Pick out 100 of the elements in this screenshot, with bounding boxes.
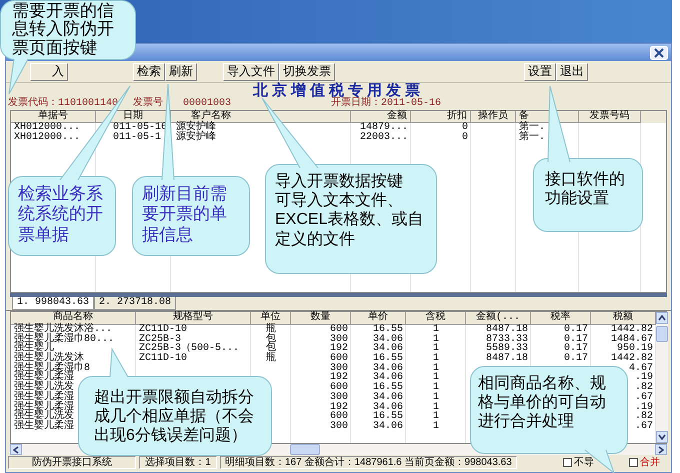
scroll-up-icon[interactable] — [658, 315, 666, 321]
table-cell-text: 300 — [328, 364, 349, 374]
table-cell-text: 22003... — [358, 133, 409, 143]
callout-text: 接口软件的 功能设置 — [545, 170, 625, 208]
table-cell-text: 1 — [432, 383, 440, 393]
table-cell-text: 600 — [328, 383, 349, 393]
toolbar-button[interactable]: 刷新 — [165, 62, 197, 80]
table-cell-text: 16.55 — [372, 412, 404, 422]
table-cell-text: 34.06 — [372, 422, 404, 432]
column-header: 数量 — [291, 312, 351, 325]
scroll-right-icon[interactable] — [658, 446, 664, 454]
table-cell-text: 4.67 — [628, 364, 654, 374]
table-cell-text: 1 — [432, 334, 440, 344]
table-cell-text: 1442.82 — [610, 325, 654, 335]
table-cell-text: 8487.18 — [484, 325, 529, 335]
table-cell-text: 8487.18 — [484, 354, 529, 364]
invoice-number-label: 发票号 — [133, 98, 164, 110]
table-cell-text: 950.19 — [616, 344, 654, 354]
table-cell-text: ZC25B-3 — [138, 334, 182, 344]
table-cell-text: 0.17 — [562, 334, 589, 344]
column-header: 金额 — [351, 111, 411, 123]
table-cell-text: 0.17 — [562, 354, 589, 364]
toolbar-button[interactable]: 检索 — [133, 62, 165, 80]
checkbox-label: 不导 — [574, 456, 594, 469]
column-header: 规格型号 — [136, 312, 251, 325]
table-cell-text: 0 — [460, 123, 469, 133]
table-cell-text: 1484.67 — [610, 334, 654, 344]
table-cell-text: 1 — [432, 354, 440, 364]
table-cell-text: 600 — [328, 412, 349, 422]
table-cell-text: 5589.33 — [484, 344, 529, 354]
table-cell-text: 16.55 — [372, 325, 404, 335]
table-cell-text: 34.06 — [372, 373, 404, 384]
toolbar-button[interactable]: 入 — [30, 62, 68, 80]
table-cell-text: ZC11D-10 — [138, 354, 188, 364]
scroll-down-icon[interactable] — [658, 434, 666, 440]
table-cell-text: 0 — [460, 133, 469, 143]
table-cell-text: 1 — [432, 373, 440, 384]
table-cell-text: .19 — [634, 373, 654, 384]
scrollbar-thumb[interactable] — [656, 326, 668, 342]
table-cell-text: 1442.82 — [610, 354, 654, 364]
scrollbar[interactable] — [656, 312, 668, 443]
table-cell-text: 强生婴儿柔湿 — [13, 422, 75, 432]
column-header: 含税 — [406, 312, 466, 325]
callout-text: 需要开票的信 息转入防伪开 票页面按键 — [12, 2, 114, 58]
table-cell-text: 600 — [328, 325, 349, 335]
table-cell-text: XH012000... — [13, 133, 82, 143]
tab[interactable]: 1. 998043.63 — [12, 297, 94, 310]
column-header: 税率 — [531, 312, 591, 325]
table-cell-text: 34.06 — [372, 402, 404, 412]
table-cell-text: 192 — [328, 373, 349, 384]
table-cell-text: 192 — [328, 344, 349, 354]
table-cell-text: .67 — [634, 392, 654, 403]
table-cell-text: 8733.33 — [484, 334, 529, 344]
table-cell-text: 1 — [432, 364, 440, 374]
callout-text: 检索业务系 统系统的开 票单据 — [18, 184, 103, 246]
table-cell-text: 瓶 — [265, 354, 277, 364]
column-header: 单价 — [351, 312, 406, 325]
callout-text: 导入开票数据按键 可导入文本文件、 EXCEL表格数、或自 定义的文件 — [275, 172, 424, 249]
callout-text: 相同商品名称、规 格与单价的可自动 进行合并处理 — [478, 374, 606, 432]
table-cell-text: 1 — [432, 422, 440, 432]
column-header: 折扣 — [411, 111, 471, 123]
table-cell-text: 1 — [432, 412, 440, 422]
table-cell-text: 300 — [328, 392, 349, 403]
table-cell-text: 192 — [328, 402, 349, 412]
table-cell-text: .19 — [634, 402, 654, 412]
callout-text: 超出开票限额自动拆分 成几个相应单据（不会 出现6分钱误差问题） — [94, 388, 254, 446]
table-cell-text: .82 — [634, 412, 654, 422]
table-cell-text: 34.06 — [372, 344, 404, 354]
invoice-code: 发票代码：1101001140 — [8, 98, 120, 110]
close-icon[interactable] — [650, 46, 668, 60]
table-cell-text: 16.55 — [372, 383, 404, 393]
table-cell-text: XH012000... — [13, 123, 82, 133]
toolbar-button[interactable]: 退出 — [556, 62, 588, 80]
table-cell-text: 34.06 — [372, 334, 404, 344]
toolbar-button[interactable]: 设置 — [524, 62, 556, 80]
table-cell-text: .67 — [634, 422, 654, 432]
table-cell-text: 1 — [432, 392, 440, 403]
checkbox[interactable] — [563, 458, 572, 466]
status-cell: 防伪开票接口系统 — [8, 456, 136, 468]
table-cell-text: 011-05-1 — [112, 133, 162, 143]
toolbar-button[interactable]: 切换发票 — [279, 62, 335, 80]
tab[interactable]: 2. 273718.08 — [94, 297, 176, 310]
table-cell-text: 300 — [328, 422, 349, 432]
table-cell-text: ZC11D-10 — [138, 325, 188, 335]
toolbar-button[interactable]: 导入文件 — [223, 62, 279, 80]
column-header: 操作员 — [471, 111, 516, 123]
column-header: 发票号码 — [579, 111, 641, 123]
table-cell-text: 011-05-16 — [112, 123, 168, 133]
table-cell-text: 600 — [328, 354, 349, 364]
column-header: 金额(... — [466, 312, 531, 325]
status-cell: 选择项目数：1 — [139, 456, 217, 468]
scroll-left-icon[interactable] — [13, 446, 19, 454]
checkbox[interactable] — [629, 458, 638, 466]
column-header: 单据号 — [11, 111, 96, 123]
table-cell-text: .82 — [634, 383, 654, 393]
table-cell-text: 0.17 — [562, 344, 589, 354]
scrollbar-thumb[interactable] — [290, 444, 320, 455]
table-cell-text: 34.06 — [372, 364, 404, 374]
callout-text: 刷新目前需 要开票的单 据信息 — [142, 184, 227, 246]
invoice-date: 开票日期：2011-05-16 — [331, 98, 442, 110]
